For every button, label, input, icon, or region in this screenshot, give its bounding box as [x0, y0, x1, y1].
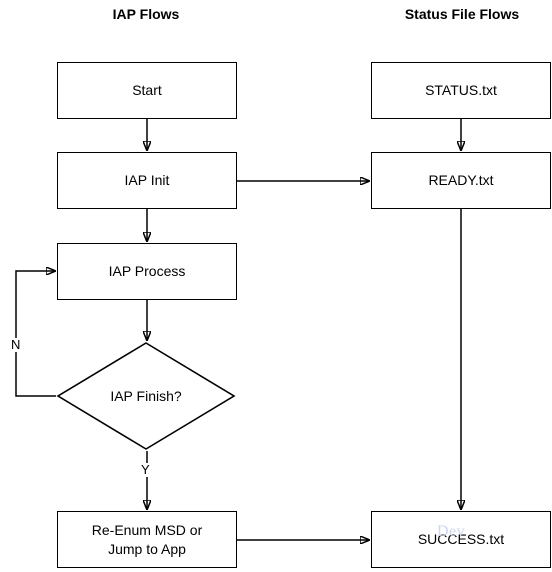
node-iap-init-label: IAP Init: [124, 172, 170, 188]
node-start[interactable]: Start: [57, 62, 237, 119]
node-iap-finish-label: IAP Finish?: [110, 388, 182, 404]
edge-label-no: N: [10, 337, 22, 352]
node-ready-txt-label: READY.txt: [428, 172, 494, 188]
node-iap-finish-decision[interactable]: IAP Finish?: [56, 341, 236, 451]
column-title-iap-flows: IAP Flows: [112, 6, 180, 22]
edge-iap-finish-no-to-iap-process: [15, 271, 56, 397]
node-success-txt-label: SUCCESS.txt: [417, 531, 505, 547]
node-iap-process[interactable]: IAP Process: [57, 243, 237, 300]
node-reenum-label: Re-Enum MSD or Jump to App: [92, 521, 202, 559]
node-reenum-label-line2: Jump to App: [108, 540, 186, 557]
flowchart-canvas: IAP Flows Status File Flows N Y Start IA…: [0, 0, 552, 572]
node-reenum-label-line1: Re-Enum MSD or: [91, 521, 203, 538]
column-title-status-file-flows: Status File Flows: [404, 6, 520, 22]
node-iap-process-label: IAP Process: [108, 263, 186, 279]
node-status-txt-label: STATUS.txt: [425, 82, 497, 98]
node-status-txt[interactable]: STATUS.txt: [371, 62, 551, 119]
node-start-label: Start: [132, 82, 162, 98]
node-success-txt[interactable]: SUCCESS.txt: [371, 511, 551, 568]
node-reenum-msd-or-jump-to-app[interactable]: Re-Enum MSD or Jump to App: [57, 511, 237, 568]
node-ready-txt[interactable]: READY.txt: [371, 152, 551, 209]
edge-label-yes: Y: [140, 462, 151, 477]
node-iap-init[interactable]: IAP Init: [57, 152, 237, 209]
